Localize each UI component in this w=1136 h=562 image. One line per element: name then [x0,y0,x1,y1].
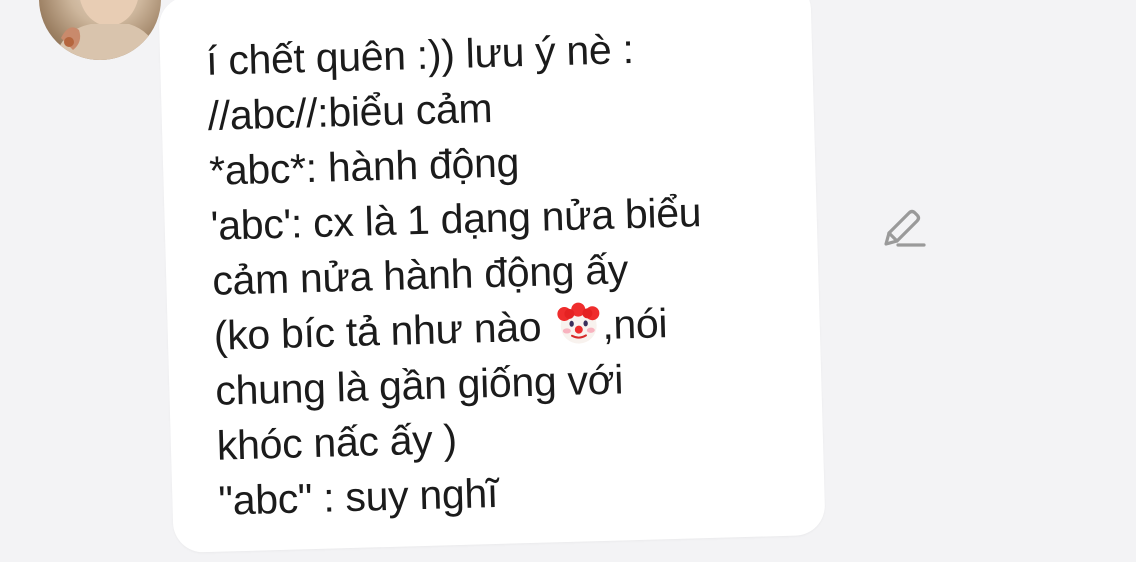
message-line-part: (ko bíc tả như nào [213,303,542,359]
message-row: í chết quên :)) lưu ý nè : //abc//:biểu … [0,0,1136,562]
edit-message-button[interactable] [876,204,930,254]
message-text: í chết quên :)) lưu ý nè : //abc//:biểu … [205,18,799,529]
clown-face-icon [554,299,603,348]
message-bubble[interactable]: í chết quên :)) lưu ý nè : //abc//:biểu … [158,0,826,553]
sender-avatar[interactable] [39,0,161,60]
message-line-part: ,nói [601,300,668,348]
pencil-icon [884,209,926,247]
avatar-photo [55,0,159,60]
